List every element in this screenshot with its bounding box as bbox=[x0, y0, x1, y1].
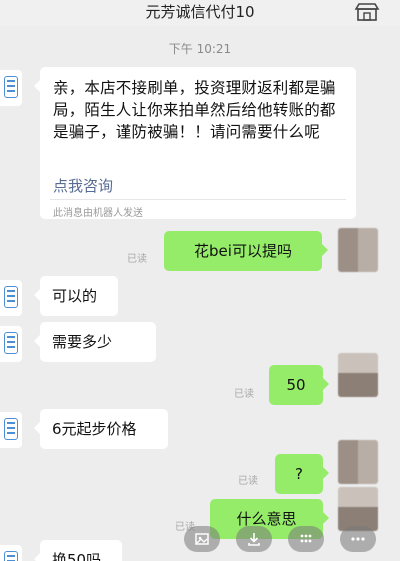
consult-link[interactable]: 点我咨询 bbox=[53, 175, 113, 196]
read-status: 已读 bbox=[238, 476, 258, 487]
chat-title: 元芳诚信代付10 bbox=[145, 3, 255, 21]
message-bubble-sent[interactable]: 花bei可以提吗 bbox=[164, 231, 328, 271]
read-status: 已读 bbox=[127, 254, 147, 265]
shop-icon[interactable] bbox=[354, 3, 380, 21]
card-text: 亲，本店不接刷单，投资理财返利都是骗局，陌生人让你来拍单然后给他转账的都是骗子，… bbox=[53, 79, 336, 141]
shop-avatar[interactable] bbox=[0, 70, 22, 106]
download-icon[interactable] bbox=[236, 526, 272, 552]
robot-note: 此消息由机器人发送 bbox=[53, 208, 143, 219]
title-bar: 元芳诚信代付10 bbox=[0, 0, 400, 26]
message-bubble-sent[interactable]: 50 bbox=[269, 365, 329, 405]
image-icon[interactable] bbox=[184, 526, 220, 552]
user-avatar[interactable] bbox=[338, 440, 378, 484]
read-status: 已读 bbox=[234, 389, 254, 400]
message-timestamp: 下午 10:21 bbox=[168, 42, 232, 56]
shop-avatar[interactable] bbox=[0, 280, 22, 316]
message-bubble-received[interactable]: 可以的 bbox=[34, 276, 118, 316]
message-bubble-received[interactable]: 6元起步价格 bbox=[34, 409, 168, 449]
grid-icon[interactable] bbox=[288, 526, 324, 552]
message-bubble-received[interactable]: 需要多少 bbox=[34, 322, 156, 362]
user-avatar[interactable] bbox=[338, 353, 378, 397]
user-avatar[interactable] bbox=[338, 228, 378, 272]
robot-message-card: 亲，本店不接刷单，投资理财返利都是骗局，陌生人让你来拍单然后给他转账的都是骗子，… bbox=[34, 67, 356, 219]
user-avatar[interactable] bbox=[338, 487, 378, 531]
image-viewer-toolbar bbox=[0, 526, 400, 561]
message-bubble-sent[interactable]: ? bbox=[275, 454, 329, 494]
shop-avatar[interactable] bbox=[0, 412, 22, 448]
card-divider bbox=[50, 199, 346, 200]
shop-avatar[interactable] bbox=[0, 326, 22, 362]
more-icon[interactable] bbox=[340, 526, 376, 552]
